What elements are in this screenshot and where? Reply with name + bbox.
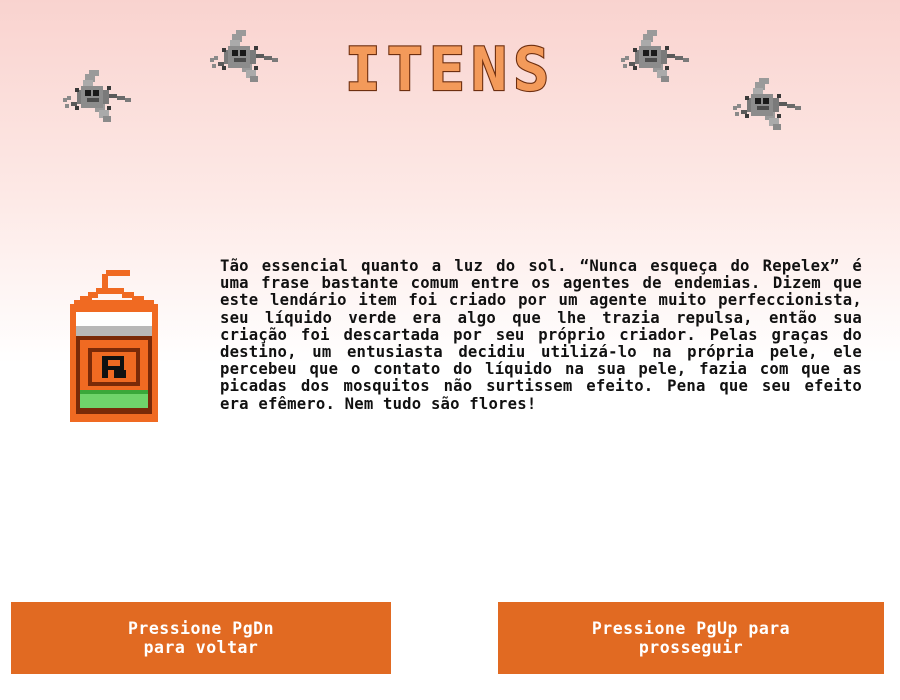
mosquito-icon: [733, 78, 801, 130]
back-button[interactable]: Pressione PgDn para voltar: [11, 602, 391, 674]
screen-title-text: ITENS: [345, 38, 556, 98]
mosquito-icon: [621, 30, 689, 82]
mosquito-icon: [63, 70, 131, 122]
screen-title: ITENS: [320, 38, 580, 98]
back-button-label: Pressione PgDn para voltar: [127, 619, 275, 657]
item-description: Tão essencial quanto a luz do sol. “Nunc…: [220, 257, 862, 413]
next-button-label: Pressione PgUp para prosseguir: [591, 619, 791, 657]
mosquito-icon: [210, 30, 278, 82]
repellent-bottle-icon: [70, 270, 158, 422]
next-button[interactable]: Pressione PgUp para prosseguir: [498, 602, 884, 674]
